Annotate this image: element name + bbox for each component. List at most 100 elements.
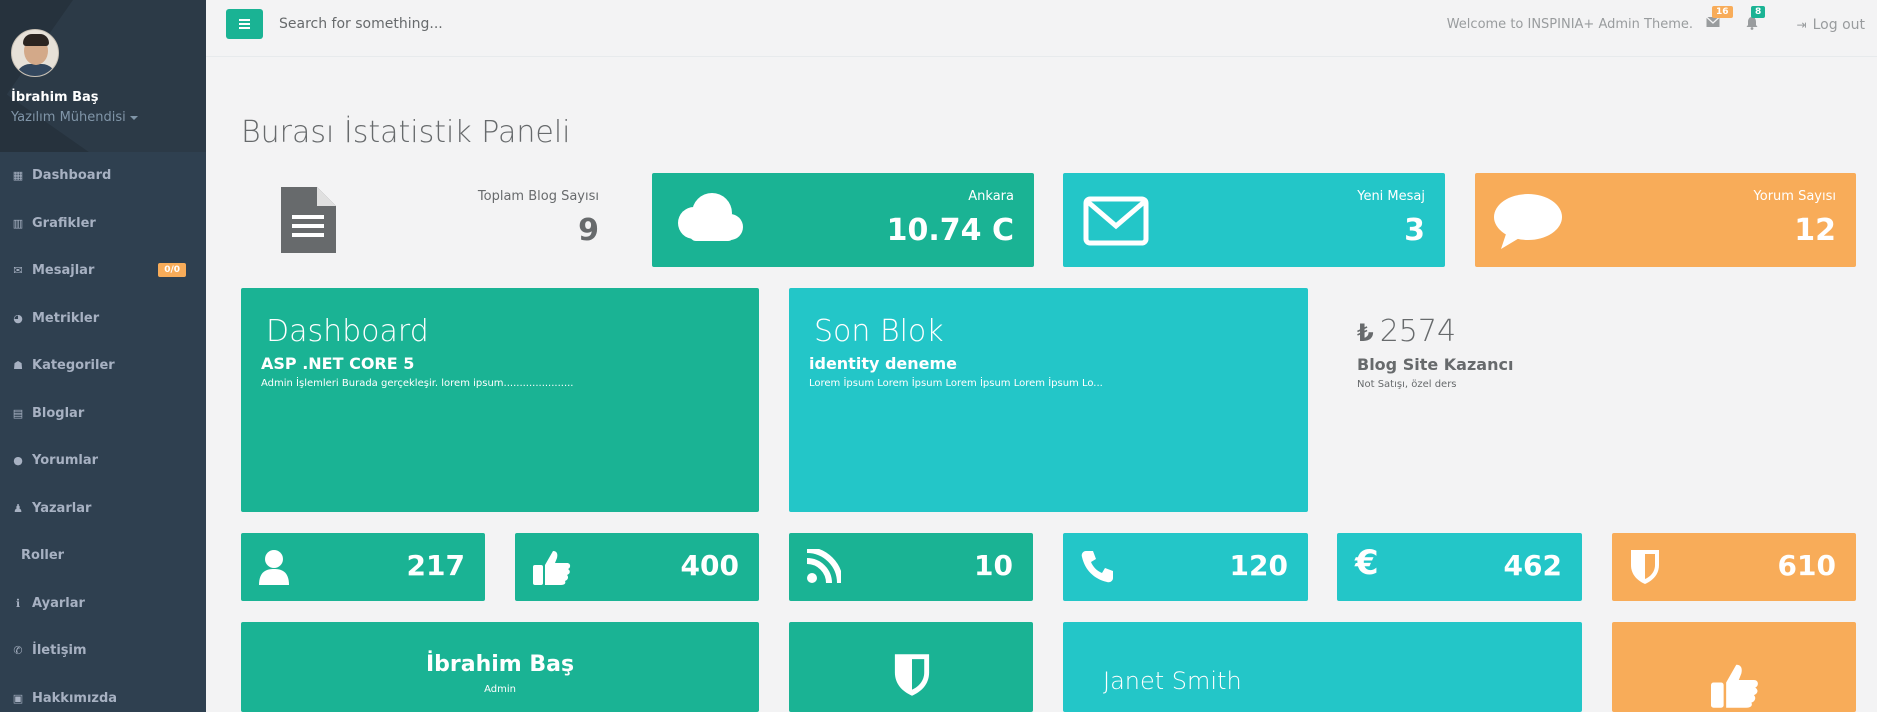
panel-subtitle: ASP .NET CORE 5 <box>261 354 415 373</box>
id-card-icon: ▣ <box>12 691 24 705</box>
thumbs-up-icon <box>533 551 571 585</box>
sidebar-item-label: Bloglar <box>32 405 85 421</box>
sidebar-item-ayarlar[interactable]: ℹ Ayarlar <box>0 580 206 628</box>
sidebar-item-dashboard[interactable]: ▦ Dashboard <box>0 152 206 200</box>
sidebar-item-label: Ayarlar <box>32 595 85 611</box>
sidebar-item-iletisim[interactable]: ✆ İletişim <box>0 627 206 675</box>
euro-count-tile: € 462 <box>1337 533 1582 601</box>
sidebar-item-yorumlar[interactable]: ● Yorumlar <box>0 437 206 485</box>
stat-value: 9 <box>578 213 599 248</box>
bell-icon <box>1746 17 1758 30</box>
sign-out-icon: ⇥ <box>1796 18 1807 32</box>
mail-button[interactable]: 16 <box>1706 6 1733 30</box>
rss-icon <box>807 549 841 583</box>
sidebar-item-label: Metrikler <box>32 310 100 326</box>
shield-card <box>789 622 1033 712</box>
profile-card-name: İbrahim Baş <box>425 652 575 677</box>
stat-label: Ankara <box>968 189 1014 204</box>
dashboard-icon: ▦ <box>12 169 24 183</box>
sidebar-menu: ▦ Dashboard ▥ Grafikler ✉ Mesajlar 0/0 ◕ Metr… <box>0 152 206 712</box>
sidebar-item-label: Dashboard <box>32 168 112 184</box>
user-icon <box>259 550 289 585</box>
profile-header: İbrahim Baş Yazılım Mühendisi <box>0 0 206 152</box>
sidebar-item-label: Grafikler <box>32 215 96 231</box>
dashboard-panel[interactable]: Dashboard ASP .NET CORE 5 Admin İşlemler… <box>241 288 759 512</box>
search-input[interactable] <box>279 16 579 32</box>
tile-value: 120 <box>1229 549 1288 582</box>
sidebar-item-label: Hakkımızda <box>32 690 118 706</box>
envelope-icon <box>1083 196 1149 246</box>
contact-card[interactable]: Janet Smith <box>1063 622 1582 712</box>
stat-label: Yeni Mesaj <box>1357 189 1425 204</box>
shield-count-tile: 610 <box>1612 533 1856 601</box>
likes-card <box>1612 622 1856 712</box>
euro-icon: € <box>1355 543 1379 583</box>
profile-card-role: Admin <box>484 684 516 695</box>
info-icon: ℹ <box>15 596 21 610</box>
logout-label: Log out <box>1812 17 1865 33</box>
sidebar-item-label: Roller <box>21 548 65 564</box>
profile-card[interactable]: İbrahim Baş Admin <box>241 622 759 712</box>
shield-icon <box>894 654 930 696</box>
sidebar-item-label: Yazarlar <box>32 500 92 516</box>
list-icon: ▤ <box>12 406 24 420</box>
tile-value: 217 <box>406 549 465 582</box>
sidebar-item-label: Yorumlar <box>32 453 99 469</box>
caret-down-icon <box>129 115 138 120</box>
profile-role-dropdown[interactable]: Yazılım Mühendisi <box>11 110 206 125</box>
welcome-text: Welcome to INSPINIA+ Admin Theme. <box>1446 17 1693 32</box>
cloud-icon <box>678 193 743 241</box>
phone-icon <box>1081 551 1113 583</box>
sidebar-item-label: Kategoriler <box>32 358 115 374</box>
panel-subtitle: identity deneme <box>809 354 958 373</box>
bar-chart-icon: ▥ <box>12 216 24 230</box>
users-count-tile: 217 <box>241 533 485 601</box>
tile-value: 10 <box>974 549 1013 582</box>
stat-value: 10.74 C <box>886 213 1014 248</box>
user-icon: ♟ <box>13 501 23 515</box>
sidebar-item-hakkimizda[interactable]: ▣ Hakkımızda <box>0 675 206 712</box>
sidebar-item-yazarlar[interactable]: ♟ Yazarlar <box>0 485 206 533</box>
message-badge: 0/0 <box>158 263 186 277</box>
stat-comments: Yorum Sayısı 12 <box>1475 173 1856 267</box>
stat-weather: Ankara 10.74 C <box>652 173 1034 267</box>
stat-label: Yorum Sayısı <box>1753 189 1836 204</box>
logout-link[interactable]: ⇥ Log out <box>1797 17 1865 33</box>
last-blog-panel[interactable]: Son Blok identity deneme Lorem İpsum Lor… <box>789 288 1308 512</box>
envelope-icon: ✉ <box>13 264 23 278</box>
sidebar-item-bloglar[interactable]: ▤ Bloglar <box>0 390 206 438</box>
rss-count-tile: 10 <box>789 533 1033 601</box>
top-navbar: Welcome to INSPINIA+ Admin Theme. 16 8 ⇥… <box>206 0 1877 57</box>
phone-icon: ✆ <box>13 644 23 658</box>
tile-value: 462 <box>1503 549 1562 582</box>
mail-count-badge: 16 <box>1712 6 1733 18</box>
contact-name: Janet Smith <box>1103 667 1242 695</box>
stat-value: 12 <box>1794 213 1836 248</box>
sidebar-item-mesajlar[interactable]: ✉ Mesajlar 0/0 <box>0 247 206 295</box>
sidebar-item-label: İletişim <box>32 643 87 659</box>
sidebar: İbrahim Baş Yazılım Mühendisi ▦ Dashboard… <box>0 0 206 712</box>
profile-name: İbrahim Baş <box>11 90 99 105</box>
tile-value: 610 <box>1777 549 1836 582</box>
thumbs-up-icon <box>1711 664 1758 708</box>
avatar[interactable] <box>11 29 59 77</box>
users-icon: ☗ <box>13 359 23 373</box>
income-amount: 2574 <box>1379 314 1457 349</box>
income-panel: ₺ 2574 Blog Site Kazancı Not Satışı, özel… <box>1337 288 1856 512</box>
likes-count-tile: 400 <box>515 533 759 601</box>
file-text-icon <box>281 187 336 253</box>
sidebar-item-kategoriler[interactable]: ☗ Kategoriler <box>0 342 206 390</box>
sidebar-item-roller[interactable]: Roller <box>0 532 206 580</box>
lira-icon: ₺ <box>1357 319 1374 347</box>
tile-value: 400 <box>680 549 739 582</box>
sidebar-item-grafikler[interactable]: ▥ Grafikler <box>0 200 206 248</box>
pie-chart-icon: ◕ <box>13 311 23 325</box>
stat-blog-count: Toplam Blog Sayısı 9 <box>241 173 619 267</box>
sidebar-item-label: Mesajlar <box>32 263 95 279</box>
notifications-button[interactable]: 8 <box>1745 6 1766 30</box>
sidebar-item-metrikler[interactable]: ◕ Metrikler <box>0 295 206 343</box>
menu-toggle-button[interactable] <box>226 9 263 39</box>
panel-text: Lorem İpsum Lorem İpsum Lorem İpsum Lore… <box>809 378 1103 389</box>
comment-icon <box>1494 194 1562 249</box>
stat-value: 3 <box>1404 213 1425 248</box>
